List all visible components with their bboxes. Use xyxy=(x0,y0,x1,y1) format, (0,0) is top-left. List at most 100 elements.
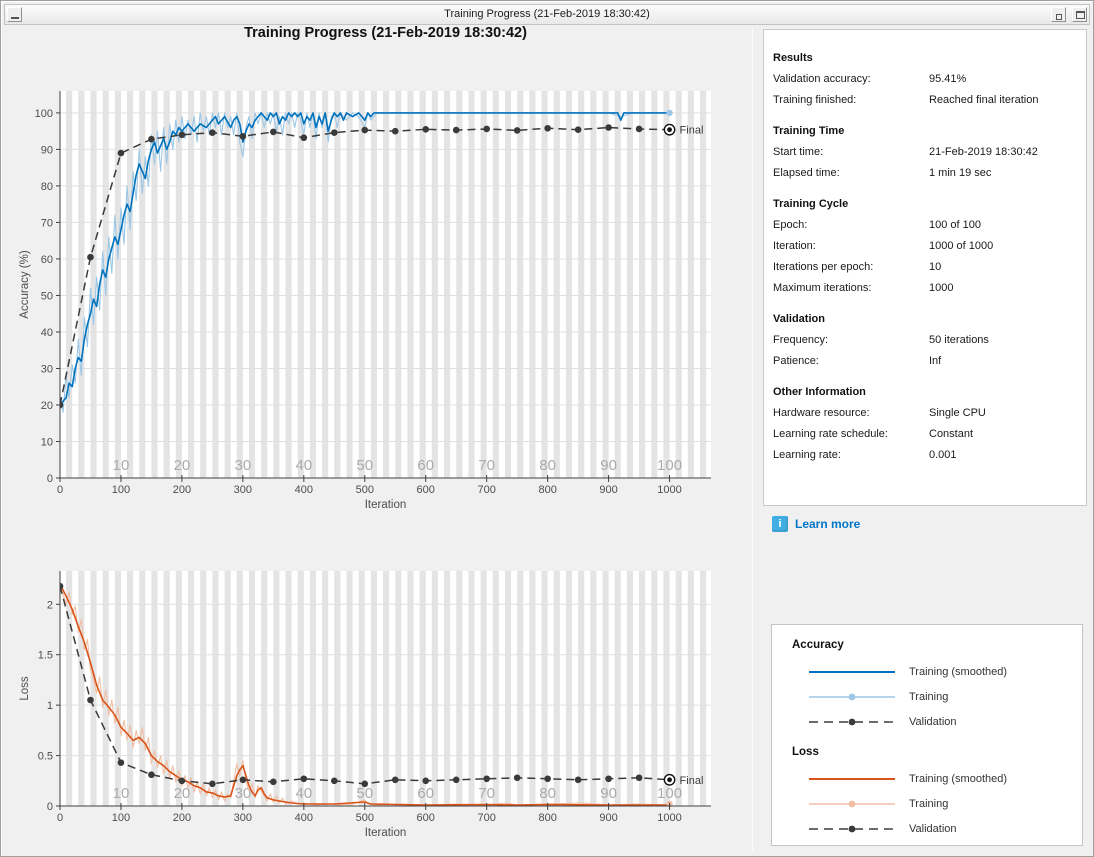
x-tick-label: 600 xyxy=(417,812,435,824)
epoch-stripe xyxy=(492,571,499,806)
x-axis-label: Iteration xyxy=(365,499,407,511)
validation-marker xyxy=(361,126,369,134)
epoch-stripe xyxy=(102,571,109,806)
info-value: 100 of 100 xyxy=(929,219,981,231)
info-row: Validation accuracy: 95.41% xyxy=(773,69,1078,90)
info-label: Iteration: xyxy=(773,240,816,252)
info-value: Constant xyxy=(929,428,974,440)
validation-marker xyxy=(422,126,430,133)
epoch-stripe xyxy=(687,571,694,806)
epoch-stripe xyxy=(297,571,304,806)
accuracy-chart: 10 20 30 40 50 60 70 80 90 100Final0 100 200 300 400 5… xyxy=(19,91,711,511)
x-tick-label: 200 xyxy=(173,484,191,496)
panel-separator xyxy=(752,27,753,852)
epoch-stripe xyxy=(407,571,414,806)
epoch-label: 90 xyxy=(600,785,617,802)
validation-marker xyxy=(605,124,612,131)
epoch-label: 70 xyxy=(478,785,495,802)
epoch-stripe xyxy=(114,571,121,806)
epoch-label: 40 xyxy=(295,785,312,802)
epoch-label: 90 xyxy=(600,457,617,474)
validation-marker xyxy=(483,775,490,783)
training-progress-window: Training Progress (21-Feb-2019 18:30:42)… xyxy=(0,0,1094,857)
validation-marker xyxy=(605,775,612,783)
epoch-stripe xyxy=(383,571,390,806)
info-row: Elapsed time: 1 min 19 sec xyxy=(773,163,1078,184)
epoch-stripe xyxy=(529,571,536,806)
validation-marker xyxy=(209,129,216,136)
info-label: Start time: xyxy=(773,146,824,158)
info-label: Frequency: xyxy=(773,334,829,346)
info-value: 1000 xyxy=(929,282,954,294)
epoch-label: 100 xyxy=(657,785,682,802)
info-label: Validation accuracy: xyxy=(773,73,871,85)
info-row: Training finished: Reached final iteratio… xyxy=(773,90,1078,111)
section-header: Training Cycle xyxy=(773,198,849,210)
x-tick-label: 800 xyxy=(538,484,556,496)
validation-marker xyxy=(87,253,94,261)
epoch-stripe xyxy=(309,571,317,806)
legend-sample-solid-dot xyxy=(809,800,895,807)
epoch-stripe xyxy=(700,571,707,806)
validation-marker xyxy=(148,771,155,779)
validation-marker xyxy=(148,135,155,143)
legend-sample-dash-dot xyxy=(809,825,895,832)
learn-more-link[interactable]: i Learn more xyxy=(772,515,860,533)
y-tick-label: 20 xyxy=(41,400,53,412)
legend-sample-dash-dot xyxy=(809,718,895,725)
info-label: Learning rate: xyxy=(773,449,841,461)
final-label: Final xyxy=(680,125,704,137)
y-tick-label: 1 xyxy=(47,700,53,712)
x-tick-label: 200 xyxy=(173,812,191,824)
epoch-stripe xyxy=(626,571,633,806)
legend-label: Validation xyxy=(909,822,957,835)
info-value: 21-Feb-2019 18:30:42 xyxy=(929,146,1038,158)
y-tick-label: 2 xyxy=(47,599,53,611)
validation-marker xyxy=(178,777,186,785)
final-marker-dot xyxy=(667,777,672,783)
validation-marker xyxy=(239,776,247,784)
legend-sample-solid xyxy=(809,777,895,780)
x-tick-label: 900 xyxy=(599,484,617,496)
epoch-label: 40 xyxy=(295,457,312,474)
y-tick-label: 100 xyxy=(35,108,53,120)
epoch-label: 10 xyxy=(113,457,130,474)
epoch-stripe xyxy=(663,571,670,806)
y-axis-label: Accuracy (%) xyxy=(19,250,31,319)
x-tick-label: 500 xyxy=(356,812,374,824)
epoch-stripe xyxy=(285,571,292,806)
x-tick-label: 1000 xyxy=(657,484,681,496)
validation-marker xyxy=(330,129,338,136)
validation-marker xyxy=(270,128,277,136)
info-value: 1000 of 1000 xyxy=(929,240,994,252)
learn-more-label: Learn more xyxy=(795,517,861,531)
info-row: Iteration: 1000 of 1000 xyxy=(773,236,1078,257)
validation-marker xyxy=(361,780,369,788)
info-value: Inf xyxy=(929,355,942,367)
epoch-label: 20 xyxy=(174,457,191,474)
epoch-stripe xyxy=(651,571,658,806)
epoch-stripe xyxy=(212,571,219,806)
epoch-stripe xyxy=(200,571,207,806)
info-label: Hardware resource: xyxy=(773,407,870,419)
epoch-stripe xyxy=(590,571,597,806)
epoch-stripe xyxy=(188,571,195,806)
legend-label: Training xyxy=(909,690,949,703)
legend-item: Training xyxy=(792,684,1082,709)
epoch-stripe xyxy=(370,571,377,806)
info-label: Epoch: xyxy=(773,219,808,231)
legend-group-title: Accuracy xyxy=(792,639,844,651)
legend-label: Training (smoothed) xyxy=(909,772,1008,785)
epoch-stripe xyxy=(675,571,682,806)
x-tick-label: 300 xyxy=(234,484,252,496)
epoch-stripe xyxy=(639,571,646,806)
info-value: 95.41% xyxy=(929,73,967,85)
x-tick-label: 0 xyxy=(57,484,63,496)
epoch-stripe xyxy=(261,571,268,806)
validation-marker xyxy=(209,780,216,788)
info-row: Epoch: 100 of 100 xyxy=(773,215,1078,236)
loss-chart: 10 20 30 40 50 60 70 80 90 100Final0 100 200 300 400 5… xyxy=(19,571,711,839)
epoch-stripe xyxy=(346,571,353,806)
epoch-stripe xyxy=(151,571,158,806)
info-row: Patience: Inf xyxy=(773,351,1078,372)
